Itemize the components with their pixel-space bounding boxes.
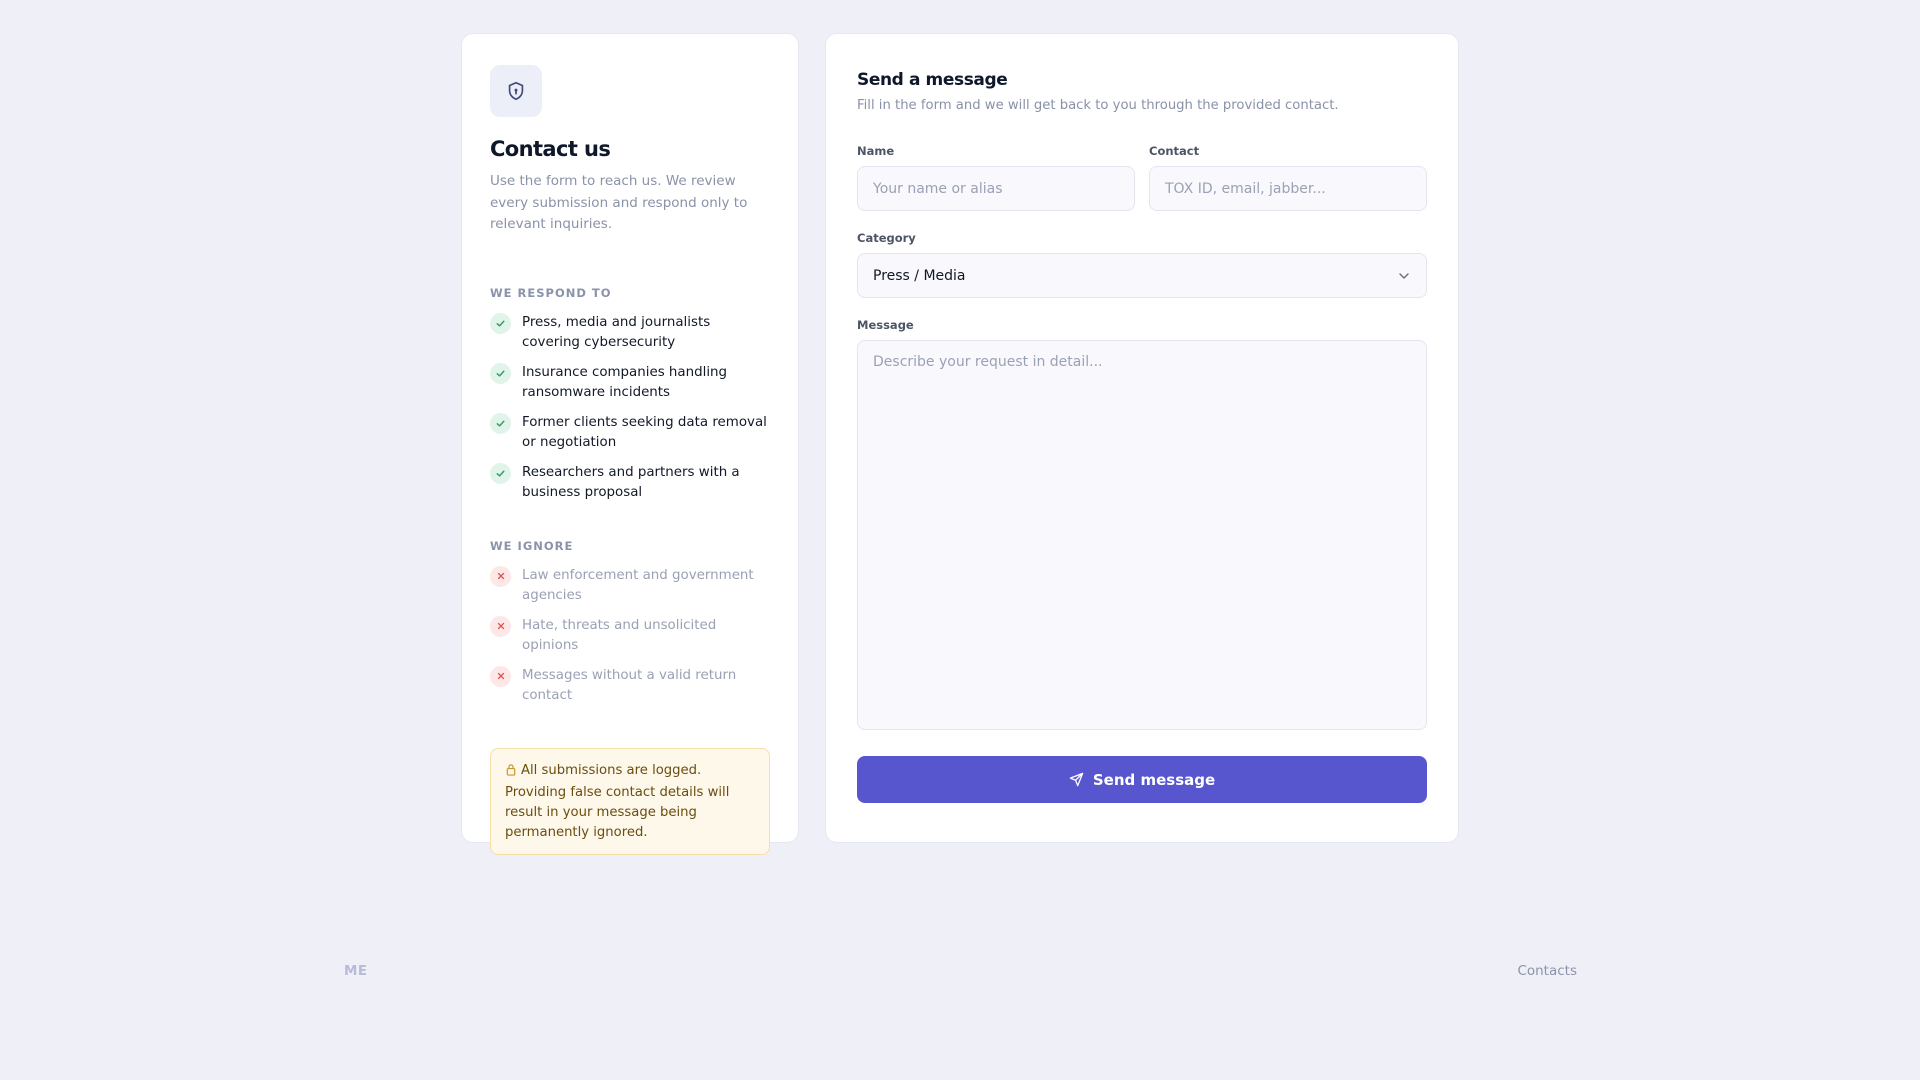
- respond-item-text: Insurance companies handling ransomware …: [522, 364, 728, 400]
- shield-icon-container: [490, 65, 542, 117]
- shield-icon: [508, 81, 524, 101]
- respond-item-text: Researchers and partners with a business…: [522, 464, 740, 500]
- respond-item-text: Former clients seeking data removal or n…: [522, 414, 767, 450]
- ignore-list: Law enforcement and government agencies …: [490, 565, 770, 706]
- message-group: Message Describe your request in detail.…: [857, 318, 1427, 730]
- form-title: Send a message: [857, 70, 1008, 90]
- footer-contacts-link[interactable]: Contacts: [1517, 963, 1577, 979]
- respond-item: Insurance companies handling ransomware …: [490, 362, 770, 403]
- check-icon: [490, 312, 511, 334]
- ignore-item-text: Law enforcement and government agencies: [522, 567, 754, 603]
- contact-group: Contact TOX ID, email, jabber...: [1149, 144, 1427, 211]
- notice-text: All submissions are logged. Providing fa…: [505, 762, 730, 840]
- check-icon: [490, 362, 511, 384]
- respond-heading: WE RESPOND TO: [490, 285, 612, 300]
- name-group: Name Your name or alias: [857, 144, 1135, 211]
- contact-label: Contact: [1149, 144, 1200, 158]
- chevron-down-icon: [1399, 272, 1409, 279]
- category-select[interactable]: Press / Media: [857, 253, 1427, 298]
- info-description: Use the form to reach us. We review ever…: [490, 173, 748, 232]
- respond-item-text: Press, media and journalists covering cy…: [522, 314, 711, 350]
- footer-brand[interactable]: ME: [344, 963, 368, 979]
- info-title: Contact us: [490, 137, 611, 161]
- ignore-item-text: Messages without a valid return contact: [522, 667, 737, 703]
- contact-input[interactable]: TOX ID, email, jabber...: [1149, 166, 1427, 211]
- respond-item: Press, media and journalists covering cy…: [490, 312, 770, 353]
- ignore-heading: WE IGNORE: [490, 538, 574, 553]
- form-card: Send a message Fill in the form and we w…: [825, 33, 1459, 843]
- category-label: Category: [857, 231, 916, 245]
- category-group: Category Press / Media: [857, 231, 1427, 298]
- send-icon: [1069, 772, 1084, 787]
- message-textarea[interactable]: Describe your request in detail...: [857, 340, 1427, 730]
- name-label: Name: [857, 144, 895, 158]
- x-icon: [490, 565, 511, 587]
- info-card: Contact us Use the form to reach us. We …: [461, 33, 799, 855]
- respond-item: Researchers and partners with a business…: [490, 462, 770, 503]
- respond-item: Former clients seeking data removal or n…: [490, 412, 770, 453]
- respond-list: Press, media and journalists covering cy…: [490, 312, 770, 503]
- logging-notice: All submissions are logged. Providing fa…: [490, 747, 770, 855]
- check-icon: [490, 412, 511, 434]
- ignore-item: Law enforcement and government agencies: [490, 565, 770, 606]
- ignore-item: Messages without a valid return contact: [490, 665, 770, 706]
- x-icon: [490, 615, 511, 637]
- lock-icon: [505, 763, 517, 783]
- message-label: Message: [857, 318, 914, 332]
- name-contact-row: Name Your name or alias Contact TOX ID, …: [857, 144, 1427, 211]
- check-icon: [490, 462, 511, 484]
- category-value: Press / Media: [873, 267, 966, 284]
- ignore-item: Hate, threats and unsolicited opinions: [490, 615, 770, 656]
- send-message-button[interactable]: Send message: [857, 756, 1427, 803]
- send-message-label: Send message: [1092, 770, 1216, 789]
- page: Contact us Use the form to reach us. We …: [0, 0, 1920, 1080]
- ignore-item-text: Hate, threats and unsolicited opinions: [522, 617, 717, 653]
- x-icon: [490, 665, 511, 687]
- name-input[interactable]: Your name or alias: [857, 166, 1135, 211]
- form-subtitle: Fill in the form and we will get back to…: [857, 98, 1339, 113]
